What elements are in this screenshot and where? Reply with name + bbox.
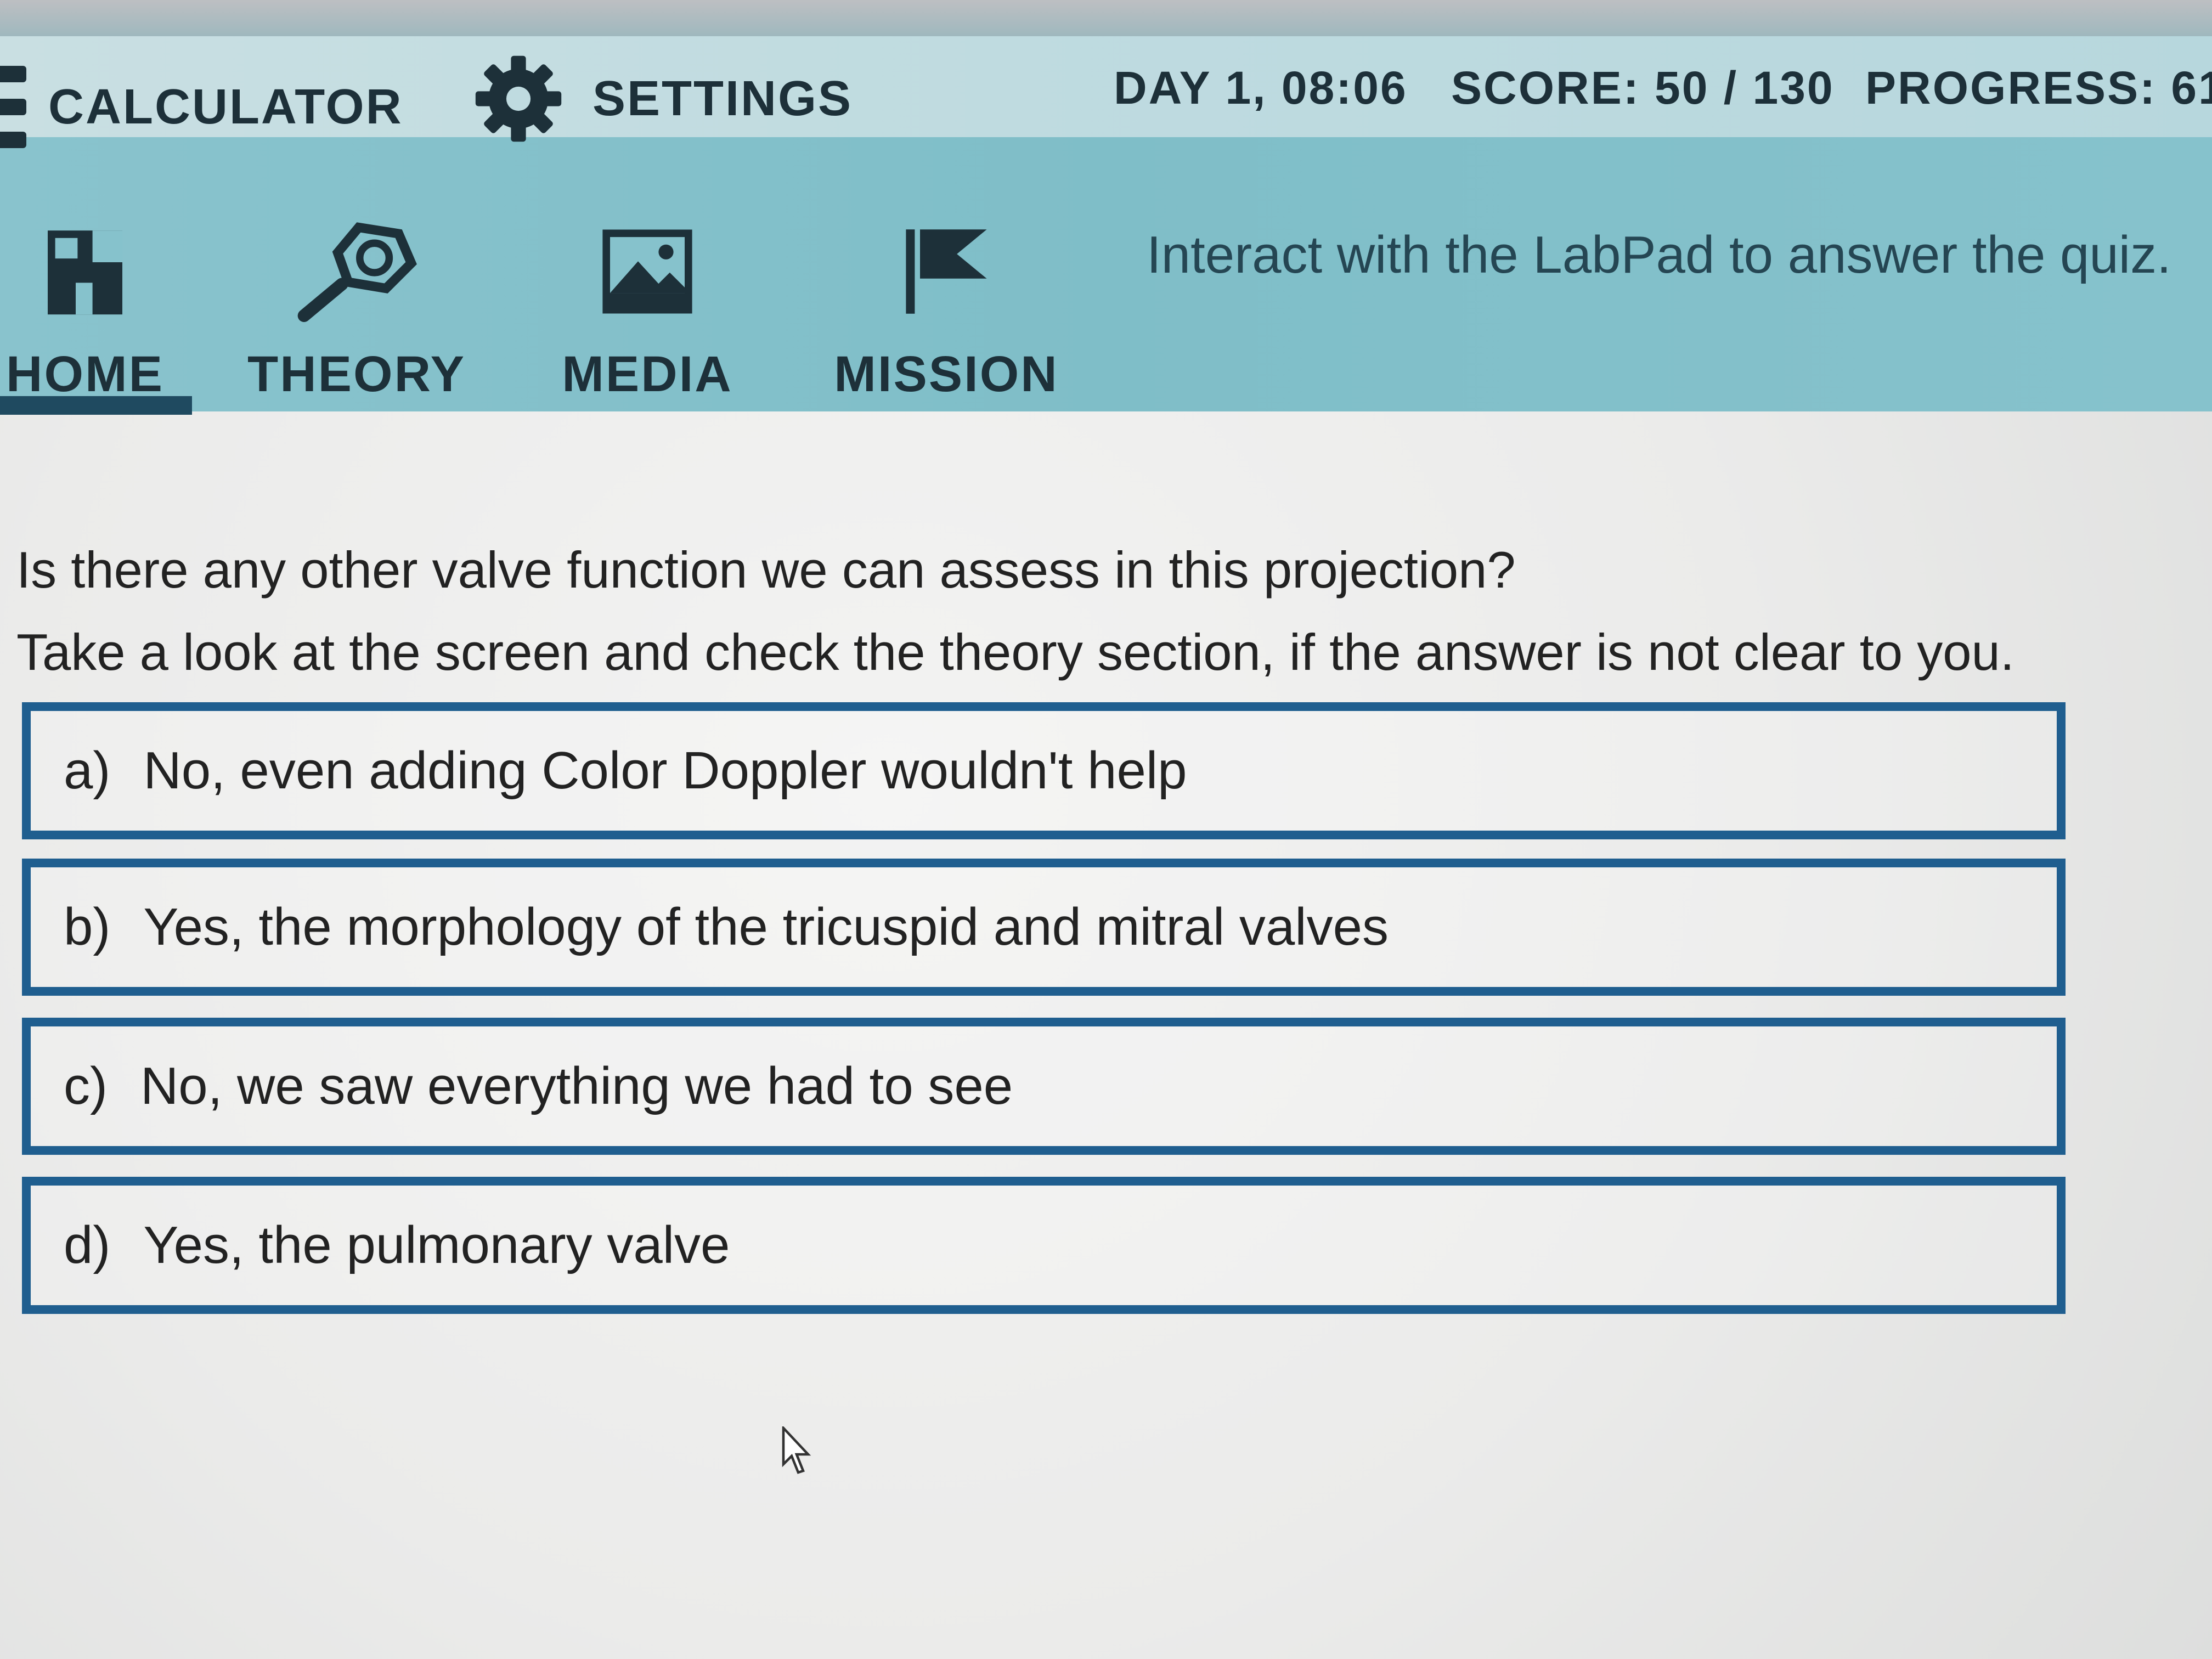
answer-option-a[interactable]: a) No, even adding Color Doppler wouldn'…: [22, 702, 2066, 839]
tab-home[interactable]: HOME: [0, 208, 192, 403]
tab-media-label: MEDIA: [562, 346, 733, 402]
answer-option-c[interactable]: c) No, we saw everything we had to see: [22, 1018, 2066, 1155]
option-text: No, even adding Color Doppler wouldn't h…: [143, 741, 1187, 800]
magnifier-icon: [297, 222, 417, 322]
tab-theory-label: THEORY: [247, 346, 466, 402]
option-letter: c): [64, 1057, 108, 1115]
image-icon: [602, 229, 692, 314]
tab-media[interactable]: MEDIA: [554, 208, 741, 403]
option-letter: b): [64, 898, 111, 956]
screen-edge: [0, 0, 2212, 36]
calculator-label: CALCULATOR: [48, 79, 403, 134]
answer-option-d[interactable]: d) Yes, the pulmonary valve: [22, 1177, 2066, 1314]
question-instruction: Take a look at the screen and check the …: [16, 623, 2015, 681]
question-text: Is there any other valve function we can…: [16, 541, 1516, 599]
option-letter: a): [64, 741, 111, 800]
option-text: Yes, the pulmonary valve: [143, 1216, 730, 1274]
settings-button[interactable]: SETTINGS: [472, 52, 853, 145]
active-tab-indicator: [0, 396, 192, 415]
progress-status: PROGRESS: 61%: [1865, 61, 2212, 114]
tab-mission-label: MISSION: [834, 346, 1059, 402]
settings-label: SETTINGS: [592, 71, 853, 126]
score-status: SCORE: 50 / 130: [1451, 61, 1835, 114]
mouse-cursor-icon: [782, 1426, 811, 1474]
tab-home-label: HOME: [6, 346, 164, 402]
day-time-status: DAY 1, 08:06: [1114, 61, 1408, 114]
instruction-hint: Interact with the LabPad to answer the q…: [1147, 225, 2171, 284]
tab-mission[interactable]: MISSION: [823, 208, 1070, 403]
calculator-icon: [0, 66, 26, 148]
home-icon: [48, 230, 122, 315]
calculator-button[interactable]: CALCULATOR: [0, 66, 403, 148]
answer-option-b[interactable]: b) Yes, the morphology of the tricuspid …: [22, 859, 2066, 996]
option-letter: d): [64, 1216, 111, 1274]
option-text: Yes, the morphology of the tricuspid and…: [143, 898, 1389, 956]
tab-theory[interactable]: THEORY: [241, 208, 472, 403]
option-text: No, we saw everything we had to see: [140, 1057, 1013, 1115]
gear-icon: [475, 55, 562, 142]
flag-icon: [906, 229, 987, 314]
